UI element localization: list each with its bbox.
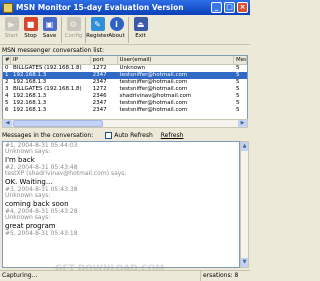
stop-label: Stop (24, 33, 37, 39)
row-messages: 5 (236, 100, 240, 106)
row-user: testsniffer@hotmail.com (119, 100, 188, 106)
config-label: Config (64, 33, 83, 39)
register-icon: ✎ (90, 17, 105, 31)
column-header-ip[interactable]: IP (11, 56, 91, 64)
row-index: 2 (5, 79, 9, 85)
toolbar-separator (85, 17, 86, 43)
window-title: MSN Monitor 15-day Evaluation Version (16, 3, 184, 12)
app-icon (3, 2, 13, 13)
stop-icon: ■ (23, 17, 38, 31)
row-messages: 5 (236, 86, 240, 92)
exit-label: Exit (135, 33, 146, 39)
table-row[interactable]: 5 192.168.1.3 2347 testsniffer@hotmail.c… (3, 100, 247, 107)
row-user: testsniffer@hotmail.com (119, 86, 188, 92)
status-text: Capturing... (2, 272, 38, 279)
conversation-messages-label: Messages in the conversation: (2, 131, 94, 139)
row-port: 2347 (92, 72, 107, 78)
stop-button[interactable]: ■ Stop (21, 15, 40, 44)
row-port: 1272 (92, 86, 107, 92)
save-icon: ▣ (42, 17, 57, 31)
start-label: Start (4, 33, 19, 39)
column-header-index[interactable]: # (3, 56, 11, 64)
table-row[interactable]: 6 192.168.1.3 2347 testsniffer@hotmail.c… (3, 107, 247, 114)
row-port: 2347 (92, 100, 107, 106)
row-user: testsniffer@hotmail.com (119, 79, 188, 85)
row-ip: 192.168.1.3 (12, 93, 47, 99)
row-index: 0 (5, 65, 9, 71)
auto-refresh-label[interactable]: Auto Refresh (114, 132, 153, 139)
config-button[interactable]: ⚙ Config (64, 15, 83, 44)
row-port: 2346 (92, 93, 107, 99)
exit-button[interactable]: ⏏ Exit (131, 15, 150, 44)
table-row[interactable]: 0 BILLGATES (192.168.1.8) 1272 Unknown 5 (3, 65, 247, 72)
row-index: 6 (5, 107, 9, 113)
title-bar: MSN Monitor 15-day Evaluation Version _ … (0, 0, 250, 15)
row-ip: 192.168.1.3 (12, 100, 47, 106)
row-messages: 5 (236, 107, 240, 113)
row-ip: 192.168.1.3 (12, 107, 47, 113)
table-row[interactable]: 2 192.168.1.3 2347 testsniffer@hotmail.c… (3, 79, 247, 86)
about-icon: i (109, 17, 124, 31)
conversation-bar: Messages in the conversation: Auto Refre… (2, 130, 248, 140)
row-messages: 5 (236, 93, 240, 99)
message-header: #5, 2004-8-31 05:43:18 (5, 230, 78, 237)
conversation-list-label: MSN messenger conversation list: (2, 47, 105, 54)
row-user: testsniffer@hotmail.com (119, 72, 188, 78)
row-index: 3 (5, 86, 9, 92)
status-bar: Capturing... ersations: 8 (0, 270, 250, 281)
row-messages: 5 (236, 79, 240, 85)
save-button[interactable]: ▣ Save (40, 15, 59, 44)
about-button[interactable]: i About (107, 15, 126, 44)
row-user: Unknown (119, 65, 146, 71)
scroll-left-icon[interactable]: ◀ (3, 120, 12, 127)
toolbar: ▶ Start ■ Stop ▣ Save ⚙ Config ✎ Registe… (0, 15, 250, 45)
scroll-down-icon[interactable]: ▼ (241, 258, 248, 267)
row-user: testsniffer@hotmail.com (119, 107, 188, 113)
message-vertical-scrollbar[interactable]: ▲ ▼ (240, 141, 249, 268)
start-icon: ▶ (4, 17, 19, 31)
row-user: shadrivinav@hotmail.com (119, 93, 192, 99)
refresh-button[interactable]: Refresh (161, 132, 184, 139)
auto-refresh-checkbox[interactable] (105, 131, 113, 139)
scroll-thumb[interactable] (13, 120, 103, 127)
row-messages: 5 (236, 65, 240, 71)
row-ip: BILLGATES (192.168.1.8) (12, 65, 82, 71)
row-port: 2347 (92, 107, 107, 113)
message-pane[interactable]: #1, 2004-8-31 05:44:03 Unknown says: I'm… (2, 141, 240, 268)
config-icon: ⚙ (66, 17, 81, 31)
start-button[interactable]: ▶ Start (2, 15, 21, 44)
column-header-port[interactable]: port (91, 56, 118, 64)
list-horizontal-scrollbar[interactable]: ◀ ▶ (2, 119, 248, 128)
table-row[interactable]: 3 BILLGATES (192.168.1.8) 1272 testsniff… (3, 86, 247, 93)
row-index: 5 (5, 100, 9, 106)
scroll-right-icon[interactable]: ▶ (238, 120, 247, 127)
column-header-user[interactable]: User(email) (118, 56, 235, 64)
minimize-button[interactable]: _ (211, 2, 222, 13)
register-button[interactable]: ✎ Register (86, 15, 109, 44)
column-header-messages[interactable]: Mess (234, 56, 247, 64)
row-ip: 192.168.1.3 (12, 79, 47, 85)
row-messages: 5 (236, 72, 240, 78)
row-index: 1 (5, 72, 9, 78)
exit-icon: ⏏ (133, 17, 148, 31)
register-label: Register (86, 33, 109, 39)
conversation-list[interactable]: # IP port User(email) Mess 0 BILLGATES (… (2, 55, 248, 120)
conversation-count: ersations: 8 (200, 271, 250, 281)
about-label: About (108, 33, 125, 39)
maximize-button[interactable]: □ (224, 2, 235, 13)
row-ip: 192.168.1.3 (12, 72, 47, 78)
list-header: # IP port User(email) Mess (3, 56, 247, 65)
row-ip: BILLGATES (192.168.1.8) (12, 86, 82, 92)
toolbar-separator (128, 17, 129, 43)
row-port: 1272 (92, 65, 107, 71)
row-port: 2347 (92, 79, 107, 85)
table-row-selected[interactable]: 1 192.168.1.3 2347 testsniffer@hotmail.c… (3, 72, 247, 79)
save-label: Save (42, 33, 57, 39)
table-row[interactable]: 4 192.168.1.3 2346 shadrivinav@hotmail.c… (3, 93, 247, 100)
scroll-up-icon[interactable]: ▲ (241, 142, 248, 151)
close-button[interactable]: × (237, 2, 248, 13)
toolbar-separator (61, 17, 62, 43)
row-index: 4 (5, 93, 9, 99)
